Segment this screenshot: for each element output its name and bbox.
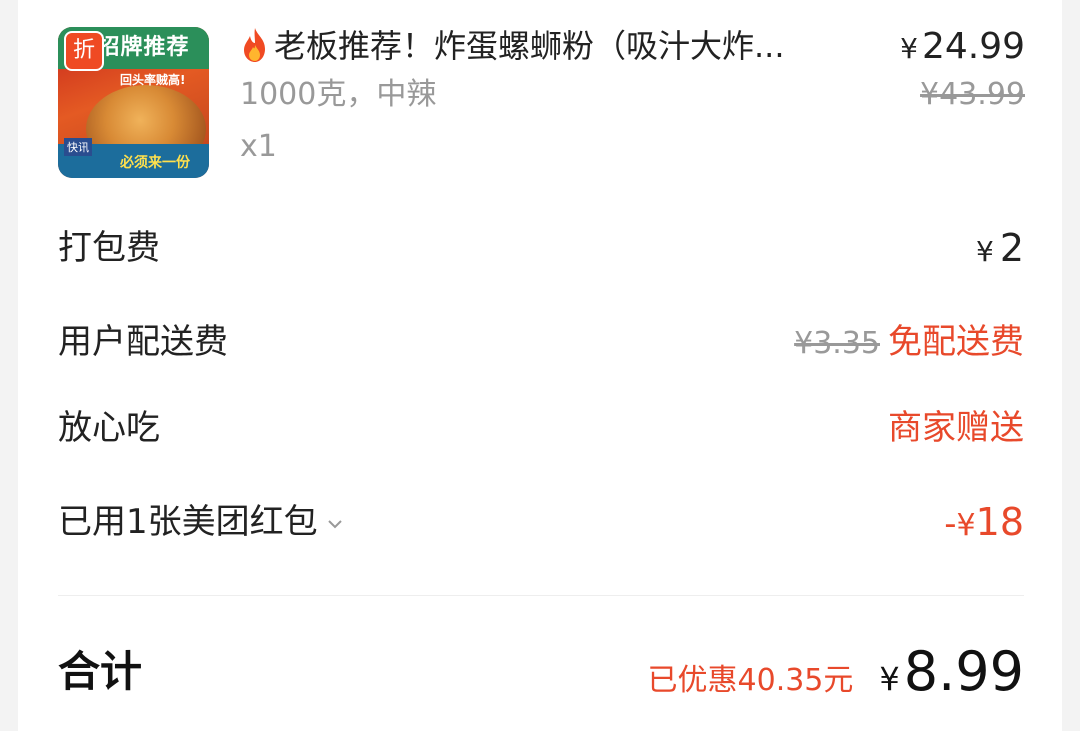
order-detail-card: 招牌推荐 折 回头率贼高! 快讯 必须来一份 老板推荐！炸蛋螺蛳粉（吸汁大炸..… bbox=[18, 0, 1062, 731]
coupon-amount: 18 bbox=[975, 500, 1024, 544]
price-amount: 24.99 bbox=[921, 26, 1025, 67]
coupon-discount-value: -¥18 bbox=[944, 494, 1024, 554]
product-spec: 1000克，中辣 bbox=[240, 77, 437, 112]
fire-icon bbox=[244, 28, 265, 62]
total-saved-text: 已优惠40.35元 bbox=[647, 663, 854, 698]
thumbnail-quick-label: 快讯 bbox=[64, 138, 92, 156]
total-currency: ¥ bbox=[879, 660, 900, 698]
safe-eat-row: 放心吃 商家赠送 bbox=[58, 400, 1024, 456]
delivery-fee-row: 用户配送费 ¥3.35 免配送费 bbox=[58, 314, 1024, 370]
thumbnail-slogan: 回头率贼高! bbox=[120, 73, 186, 87]
coupon-minus-sign: - bbox=[944, 504, 957, 544]
total-amount: 8.99 bbox=[903, 640, 1024, 703]
packing-fee-currency: ¥ bbox=[975, 235, 994, 268]
packing-fee-amount: 2 bbox=[999, 226, 1024, 270]
delivery-fee-label: 用户配送费 bbox=[58, 322, 228, 362]
delivery-fee-original: ¥3.35 bbox=[794, 326, 880, 361]
price-currency-symbol: ¥ bbox=[900, 32, 918, 65]
product-name[interactable]: 老板推荐！炸蛋螺蛳粉（吸汁大炸... bbox=[240, 24, 880, 68]
coupon-currency: ¥ bbox=[956, 508, 976, 543]
delivery-free-label: 免配送费 bbox=[888, 322, 1024, 362]
safe-eat-label: 放心吃 bbox=[58, 408, 160, 448]
delivery-fee-value: ¥3.35 免配送费 bbox=[794, 314, 1024, 372]
thumbnail-bottom-text: 必须来一份 bbox=[120, 155, 190, 171]
packing-fee-value: ¥2 bbox=[976, 220, 1024, 280]
divider bbox=[58, 595, 1024, 596]
packing-fee-label: 打包费 bbox=[58, 228, 160, 268]
safe-eat-value: 商家赠送 bbox=[888, 408, 1024, 448]
coupon-label-text: 已用1张美团红包 bbox=[58, 502, 318, 542]
product-quantity: x1 bbox=[240, 129, 277, 164]
product-original-price: ¥43.99 bbox=[920, 77, 1025, 112]
coupon-row[interactable]: 已用1张美团红包 -¥18 bbox=[58, 494, 1024, 550]
coupon-label[interactable]: 已用1张美团红包 bbox=[58, 494, 346, 550]
total-summary: 已优惠40.35元 ¥8.99 bbox=[648, 640, 1024, 708]
product-name-text: 老板推荐！炸蛋螺蛳粉（吸汁大炸... bbox=[274, 27, 785, 65]
product-price: ¥24.99 bbox=[900, 24, 1025, 72]
packing-fee-row: 打包费 ¥2 bbox=[58, 220, 1024, 276]
total-label: 合计 bbox=[58, 647, 143, 696]
product-thumbnail[interactable]: 招牌推荐 折 回头率贼高! 快讯 必须来一份 bbox=[58, 27, 209, 178]
chevron-down-icon[interactable] bbox=[324, 513, 346, 535]
discount-tag: 折 bbox=[64, 31, 104, 71]
